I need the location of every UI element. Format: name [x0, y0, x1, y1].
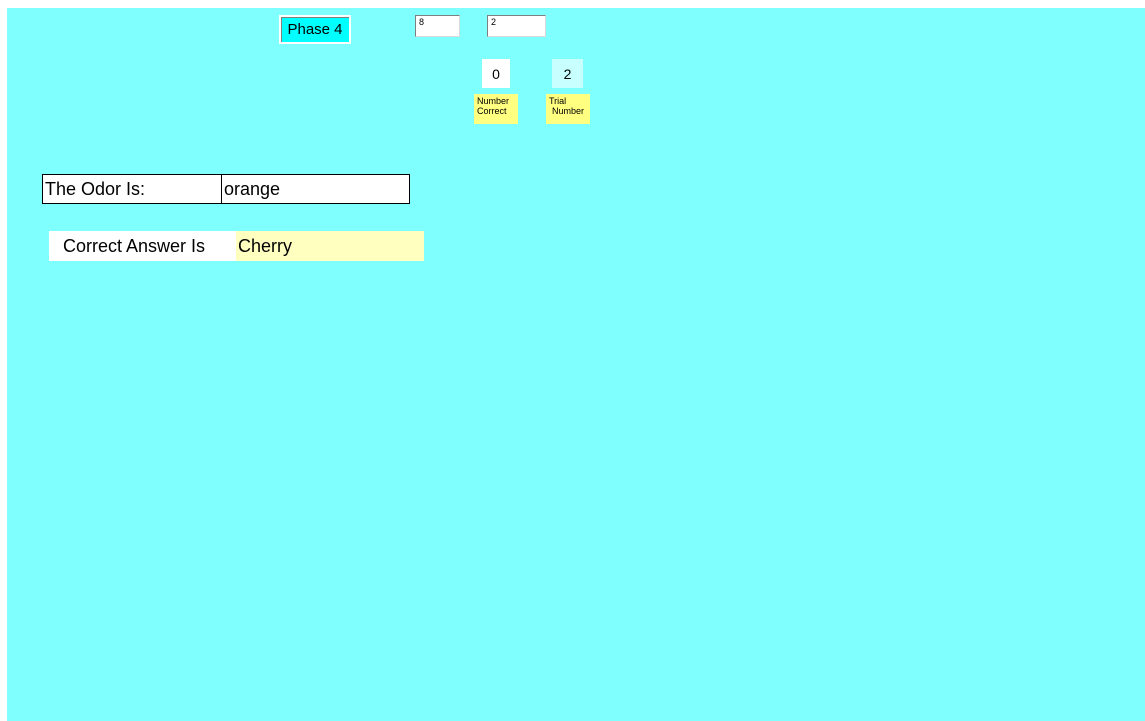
odor-value-text: orange: [224, 178, 281, 199]
value-input-1[interactable]: 8: [415, 15, 460, 37]
trial-number-value-text: 2: [563, 65, 572, 82]
correct-answer-value: Cherry: [236, 231, 424, 261]
number-correct-caption: Number Correct: [474, 94, 518, 124]
odor-label-text: The Odor Is:: [45, 178, 146, 199]
value-input-1-text: 8: [419, 17, 425, 27]
odor-label: The Odor Is:: [43, 175, 222, 203]
correct-answer-label-text: Correct Answer Is: [63, 235, 206, 256]
trial-number-value: 2: [552, 59, 583, 88]
number-correct-value: 0: [482, 59, 510, 88]
form-panel: Phase 4 8 2 0 2 Number Correct Trial Num…: [7, 8, 1145, 721]
number-correct-caption-line2: Correct: [477, 106, 507, 116]
correct-answer-value-text: Cherry: [238, 235, 293, 256]
phase-label-text: Phase 4: [287, 21, 343, 38]
correct-answer-label: Correct Answer Is: [49, 231, 236, 261]
number-correct-caption-line1: Number: [477, 96, 510, 106]
trial-number-caption: Trial Number: [546, 94, 590, 124]
number-correct-value-text: 0: [492, 65, 500, 82]
trial-number-caption-line2: Number: [552, 106, 585, 116]
trial-number-caption-line1: Trial: [549, 96, 567, 106]
value-input-2[interactable]: 2: [487, 15, 546, 37]
phase-label: Phase 4: [279, 15, 351, 44]
odor-row: The Odor Is: orange: [42, 174, 410, 204]
value-input-2-text: 2: [491, 17, 497, 27]
odor-value-field[interactable]: orange: [222, 175, 409, 203]
